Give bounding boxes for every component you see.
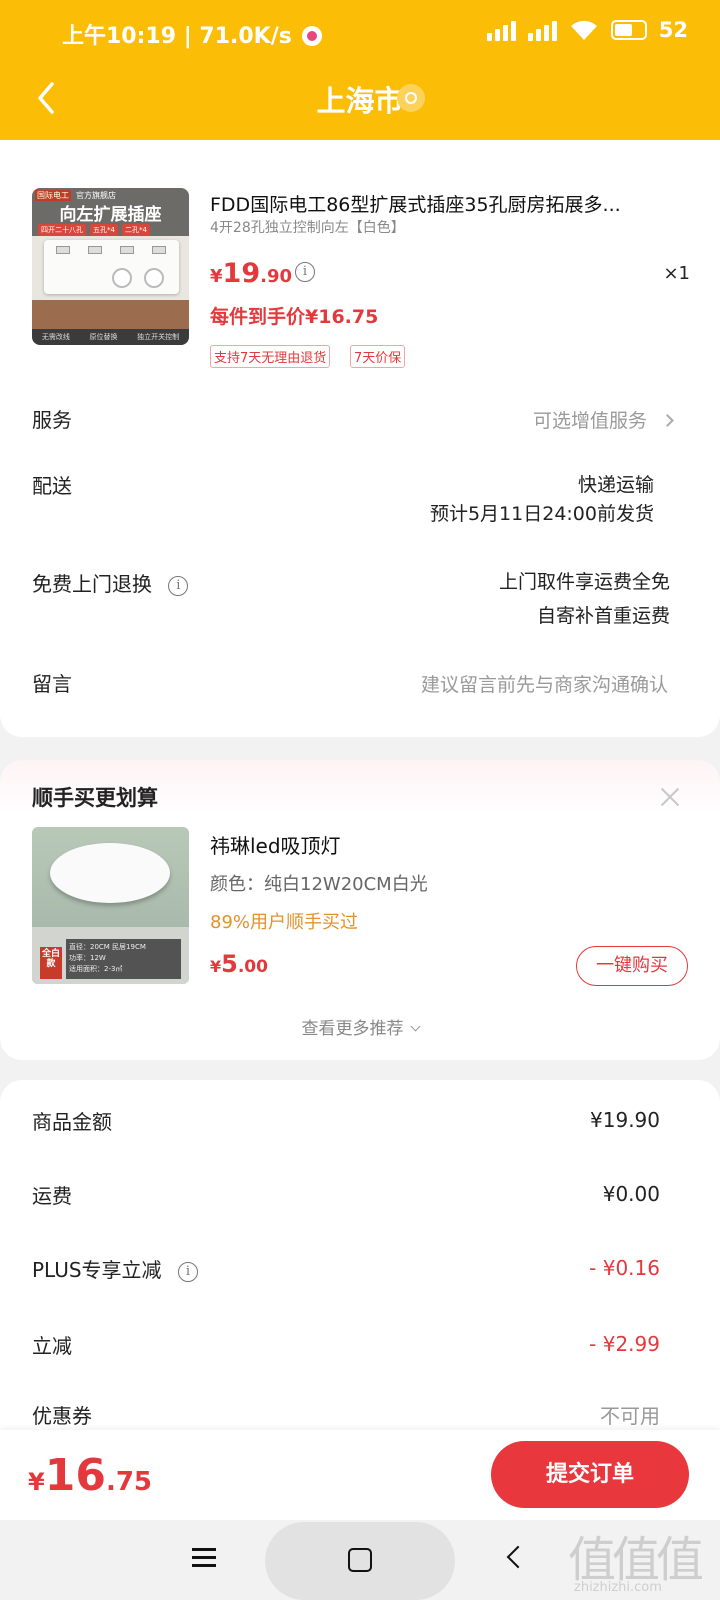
status-bar: 上午10:19 | 71.0K/s 52 — [0, 0, 720, 70]
watermark-logo: 值值值 zhizhizhi.com — [568, 1520, 718, 1600]
product-spec: 4开28孔独立控制向左【白色】 — [210, 220, 405, 236]
price-protect-badge: 7天价保 — [350, 345, 406, 368]
close-icon[interactable] — [658, 785, 682, 809]
chevron-right-icon — [661, 414, 674, 427]
return-row: 免费上门退换 i — [32, 568, 189, 597]
return-label: 免费上门退换 — [32, 572, 152, 596]
plus-discount-value: - ¥0.16 — [589, 1256, 660, 1280]
shipping-label: 运费 — [32, 1184, 72, 1208]
product-price: ¥19.90 — [210, 258, 292, 289]
return-badge: 支持7天无理由退货 — [210, 345, 331, 368]
delivery-eta: 预计5月11日24:00前发货 — [429, 503, 654, 525]
plus-discount-row: PLUS专享立减 i — [32, 1254, 198, 1283]
total-price: ¥16.75 — [28, 1450, 152, 1501]
product-image[interactable]: 国际电工 官方旗舰店 向左扩展插座 四开二十八孔 五孔*4 二孔*4 无需改线 原位替… — [32, 188, 189, 345]
coupon-value[interactable]: 不可用 — [600, 1400, 660, 1429]
price-info-icon[interactable]: i — [295, 262, 315, 282]
menu-icon[interactable] — [192, 1548, 216, 1568]
service-option[interactable]: 可选增值服务 — [532, 406, 674, 433]
delivery-method: 快递运输 — [577, 474, 654, 496]
recommend-title: 顺手买更划算 — [32, 786, 158, 810]
instant-discount-label: 立减 — [32, 1334, 72, 1358]
one-click-buy-button[interactable]: 一键购买 — [576, 946, 688, 986]
plus-discount-label: PLUS专享立减 — [32, 1258, 162, 1282]
goods-amount-value: ¥19.90 — [590, 1108, 660, 1132]
image-badge: 全白款 — [40, 947, 62, 979]
message-input[interactable]: 建议留言前先与商家沟通确认 — [421, 670, 668, 697]
service-label: 服务 — [32, 408, 72, 432]
recommend-item-price: ¥5.00 — [210, 950, 268, 978]
qq-notification-icon — [301, 26, 322, 46]
signal-icon — [486, 19, 516, 41]
hand-price: 每件到手价¥16.75 — [210, 306, 379, 328]
coupon-label: 优惠券 — [32, 1404, 92, 1428]
home-icon[interactable] — [348, 1548, 372, 1572]
watermark-site: zhizhizhi.com — [574, 1580, 662, 1595]
submit-order-button[interactable]: 提交订单 — [491, 1441, 689, 1508]
more-recommend-link[interactable]: 查看更多推荐 — [0, 1014, 720, 1039]
recommend-image[interactable]: 全白款 直径：20CM 民居19CM 功率：12W 适用面积：2-3㎡ — [32, 827, 189, 984]
message-label: 留言 — [32, 672, 72, 696]
goods-amount-label: 商品金额 — [32, 1110, 112, 1134]
image-chips: 四开二十八孔 五孔*4 二孔*4 — [38, 224, 150, 236]
wifi-icon — [570, 20, 597, 40]
page-title[interactable]: 上海市 — [0, 78, 720, 120]
delivery-label: 配送 — [32, 474, 72, 498]
clock: 上午10:19 — [62, 24, 177, 49]
battery-level: 52 — [658, 18, 688, 42]
instant-discount-value: - ¥2.99 — [589, 1332, 660, 1356]
chevron-down-icon — [410, 1021, 420, 1032]
shipping-value: ¥0.00 — [602, 1182, 660, 1206]
return-info-icon[interactable]: i — [168, 576, 189, 596]
service-value: 可选增值服务 — [532, 410, 647, 432]
image-footer: 无需改线 原位替换 独立开关控制 — [32, 329, 189, 345]
recommend-item-bought: 89%用户顺手买过 — [210, 912, 359, 933]
net-speed: 71.0K/s — [199, 24, 292, 49]
battery-icon — [610, 20, 647, 40]
image-headline: 向左扩展插座 — [59, 205, 162, 225]
signal-icon — [527, 19, 557, 41]
return-value-1: 上门取件享运费全免 — [498, 571, 670, 593]
product-quantity: ×1 — [663, 263, 690, 284]
plus-info-icon[interactable]: i — [177, 1262, 198, 1282]
product-title[interactable]: FDD国际电工86型扩展式插座35孔厨房拓展多... — [210, 190, 690, 217]
status-time: 上午10:19 | 71.0K/s — [62, 18, 322, 50]
status-icons: 52 — [486, 18, 688, 42]
return-value-2: 自寄补首重运费 — [536, 605, 670, 627]
recommend-item-spec: 颜色：纯白12W20CM白光 — [210, 874, 428, 895]
more-recommend-label: 查看更多推荐 — [301, 1019, 404, 1039]
location-pin-icon[interactable] — [397, 84, 425, 112]
image-spec: 直径：20CM 民居19CM 功率：12W 适用面积：2-3㎡ — [66, 939, 181, 979]
recommend-item-title[interactable]: 祎琳led吸顶灯 — [210, 830, 341, 859]
